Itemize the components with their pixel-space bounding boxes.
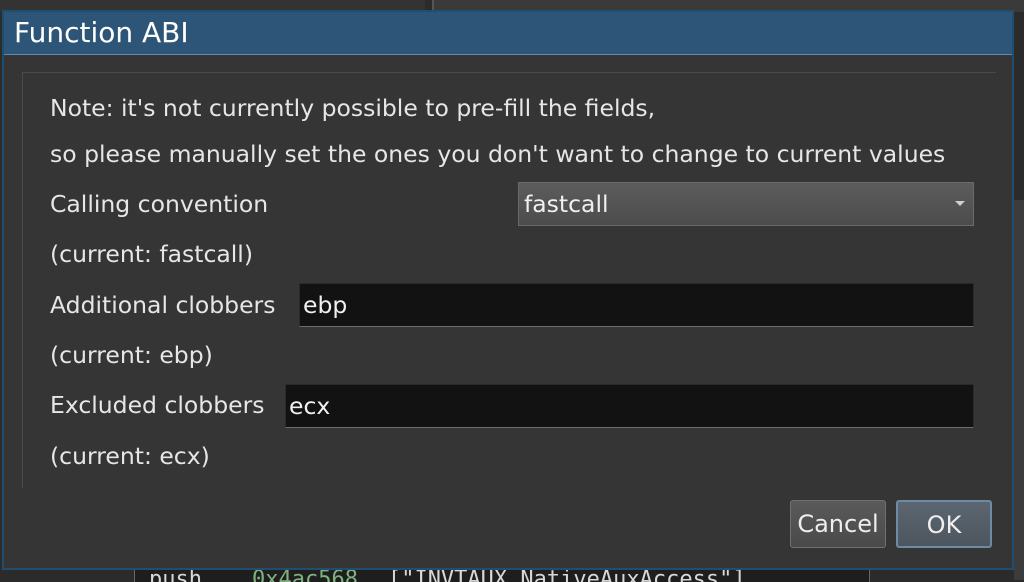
cancel-button[interactable]: Cancel <box>790 500 886 548</box>
ok-button[interactable]: OK <box>896 500 992 548</box>
dialog-title[interactable]: Function ABI <box>4 12 1012 55</box>
function-abi-dialog: Function ABI Note: it's not currently po… <box>2 10 1014 570</box>
excluded-clobbers-current: (current: ecx) <box>50 442 210 470</box>
excluded-clobbers-label: Excluded clobbers <box>50 391 265 419</box>
calling-convention-current: (current: fastcall) <box>50 240 254 268</box>
calling-convention-label: Calling convention <box>50 190 269 218</box>
additional-clobbers-current: (current: ebp) <box>50 341 213 369</box>
calling-convention-value: fastcall <box>524 190 609 218</box>
additional-clobbers-label: Additional clobbers <box>50 291 276 319</box>
background-panel <box>1014 200 1024 580</box>
calling-convention-select[interactable]: fastcall <box>518 182 974 226</box>
excluded-clobbers-input[interactable]: ecx <box>285 384 974 428</box>
additional-clobbers-input[interactable]: ebp <box>299 283 974 327</box>
note-line-1: Note: it's not currently possible to pre… <box>50 94 656 122</box>
chevron-down-icon <box>955 201 965 206</box>
note-line-2: so please manually set the ones you don'… <box>50 140 946 168</box>
